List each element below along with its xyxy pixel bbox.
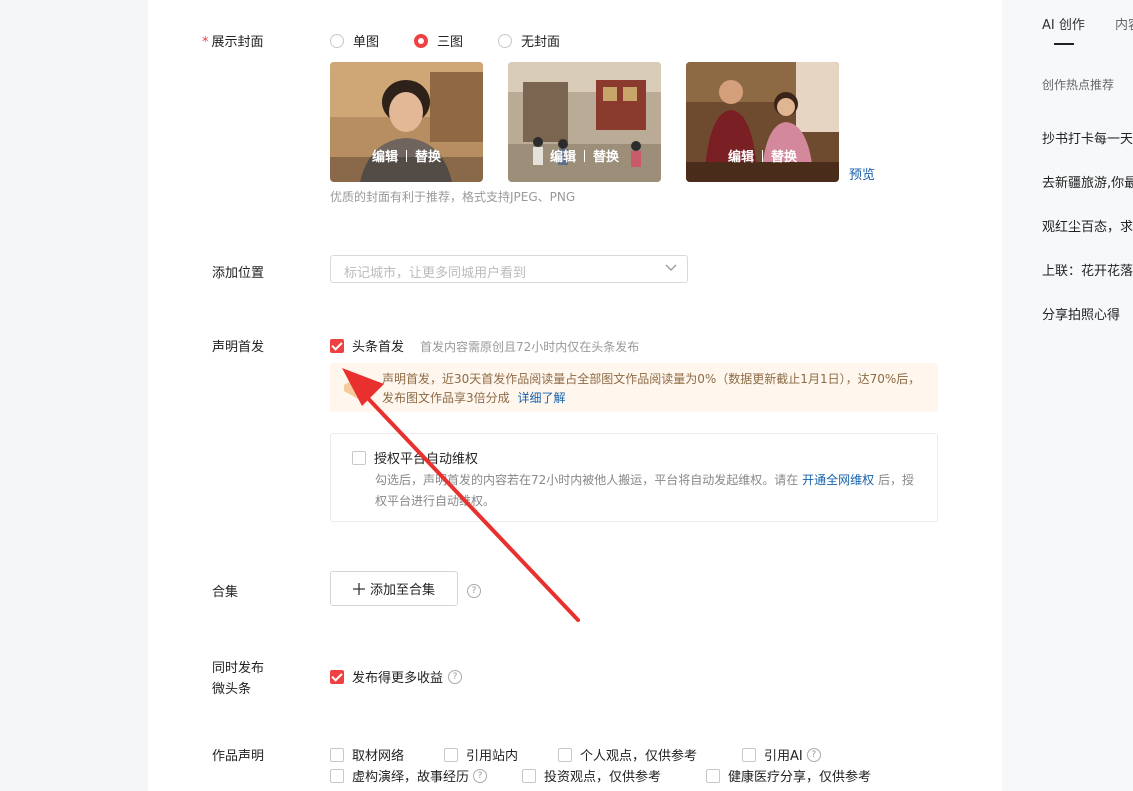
- radio-checked-icon: [414, 33, 428, 48]
- add-to-collection-button[interactable]: 添加至合集: [330, 571, 458, 606]
- cover-replace-button[interactable]: 替换: [415, 150, 441, 165]
- first-publish-label: 声明首发: [212, 340, 265, 355]
- first-publish-checkbox[interactable]: 头条首发: [330, 336, 404, 355]
- notice-text: 声明首发，近30天首发作品阅读量占全部图文作品阅读量为0%（数据更新截止1月1日…: [382, 372, 921, 405]
- first-publish-hint: 首发内容需原创且72小时内仅在头条发布: [420, 340, 640, 354]
- checkbox-unchecked-icon: [444, 747, 458, 762]
- preview-link[interactable]: 预览: [849, 164, 875, 183]
- micro-publish-checkbox[interactable]: 发布得更多收益 ?: [330, 667, 463, 686]
- cover-edit-button[interactable]: 编辑: [372, 150, 398, 165]
- hot-topic-item[interactable]: 上联：花开花落: [1042, 260, 1133, 279]
- location-label: 添加位置: [212, 266, 265, 281]
- plus-icon: [352, 582, 365, 595]
- checkbox-unchecked-icon: [330, 768, 344, 783]
- cover-image-1[interactable]: 编辑 替换: [330, 62, 483, 182]
- question-icon[interactable]: ?: [806, 747, 821, 762]
- radio-unchecked-icon: [330, 33, 344, 48]
- checkbox-unchecked-icon: [330, 747, 344, 762]
- question-icon[interactable]: ?: [448, 669, 463, 684]
- question-icon[interactable]: ?: [467, 584, 481, 598]
- hot-topic-item[interactable]: 抄书打卡每一天: [1042, 128, 1133, 147]
- auth-protection-checkbox[interactable]: 授权平台自动维权: [352, 448, 478, 467]
- location-select[interactable]: 标记城市，让更多同城用户看到: [330, 255, 688, 283]
- auth-protection-box: 授权平台自动维权 勾选后，声明首发的内容若在72小时内被他人搬运，平台将自动发起…: [330, 433, 938, 522]
- hot-topic-item[interactable]: 分享拍照心得: [1042, 304, 1120, 323]
- cover-image-2[interactable]: 编辑 替换: [508, 62, 661, 182]
- sidebar-tabs: AI 创作 内容: [1042, 14, 1133, 45]
- cover-option-three[interactable]: 三图: [414, 31, 463, 50]
- cover-replace-button[interactable]: 替换: [593, 150, 619, 165]
- declaration-option-ai[interactable]: 引用AI ?: [742, 745, 821, 764]
- declaration-option-web[interactable]: 取材网络: [330, 745, 404, 764]
- ai-assistant-sidebar: AI 创作 内容 创作热点推荐 抄书打卡每一天 去新疆旅游,你最想去哪 观红尘百…: [1002, 0, 1133, 791]
- cover-actions: 编辑 替换: [508, 146, 661, 165]
- cover-edit-button[interactable]: 编辑: [728, 150, 754, 165]
- cover-image-3[interactable]: 编辑 替换: [686, 62, 839, 182]
- radio-unchecked-icon: [498, 33, 512, 48]
- declaration-option-site[interactable]: 引用站内: [444, 745, 518, 764]
- cover-actions: 编辑 替换: [686, 146, 839, 165]
- cover-edit-button[interactable]: 编辑: [550, 150, 576, 165]
- megaphone-icon: [344, 377, 363, 399]
- hot-topics-title: 创作热点推荐: [1042, 78, 1115, 92]
- tab-ai-create[interactable]: AI 创作: [1042, 14, 1085, 45]
- cover-option-single[interactable]: 单图: [330, 31, 379, 50]
- checkbox-checked-icon: [330, 669, 344, 684]
- checkbox-unchecked-icon: [558, 747, 572, 762]
- declaration-option-health[interactable]: 健康医疗分享，仅供参考: [706, 766, 871, 785]
- checkbox-unchecked-icon: [352, 450, 366, 465]
- micro-label-line2: 微头条: [212, 682, 252, 697]
- checkbox-unchecked-icon: [522, 768, 536, 783]
- hot-topic-item[interactable]: 去新疆旅游,你最想去哪: [1042, 172, 1133, 191]
- tab-content[interactable]: 内容: [1115, 14, 1133, 33]
- declaration-option-fiction[interactable]: 虚构演绎，故事经历 ?: [330, 766, 488, 785]
- chevron-down-icon: [665, 264, 677, 271]
- declaration-option-opinion[interactable]: 个人观点，仅供参考: [558, 745, 697, 764]
- declaration-option-investment[interactable]: 投资观点，仅供参考: [522, 766, 661, 785]
- cover-option-none[interactable]: 无封面: [498, 31, 560, 50]
- cover-hint: 优质的封面有利于推荐，格式支持JPEG、PNG: [330, 190, 576, 204]
- learn-more-link[interactable]: 详细了解: [517, 391, 565, 405]
- first-publish-notice: 声明首发，近30天首发作品阅读量占全部图文作品阅读量为0%（数据更新截止1月1日…: [330, 363, 938, 412]
- enable-protection-link[interactable]: 开通全网维权: [802, 473, 874, 487]
- checkbox-checked-icon: [330, 338, 344, 353]
- question-icon[interactable]: ?: [473, 768, 488, 783]
- collection-label: 合集: [212, 585, 239, 600]
- declaration-label: 作品声明: [212, 749, 265, 764]
- checkbox-unchecked-icon: [742, 747, 756, 762]
- location-placeholder: 标记城市，让更多同城用户看到: [344, 266, 527, 281]
- micro-label-line1: 同时发布: [212, 661, 265, 676]
- checkbox-unchecked-icon: [706, 768, 720, 783]
- cover-actions: 编辑 替换: [330, 146, 483, 165]
- required-mark: *: [202, 35, 209, 50]
- cover-replace-button[interactable]: 替换: [771, 150, 797, 165]
- hot-topic-item[interactable]: 观红尘百态，求: [1042, 216, 1133, 235]
- auth-protection-desc: 勾选后，声明首发的内容若在72小时内被他人搬运，平台将自动发起维权。请在 开通全…: [375, 473, 914, 508]
- cover-label: * 展示封面: [202, 35, 264, 50]
